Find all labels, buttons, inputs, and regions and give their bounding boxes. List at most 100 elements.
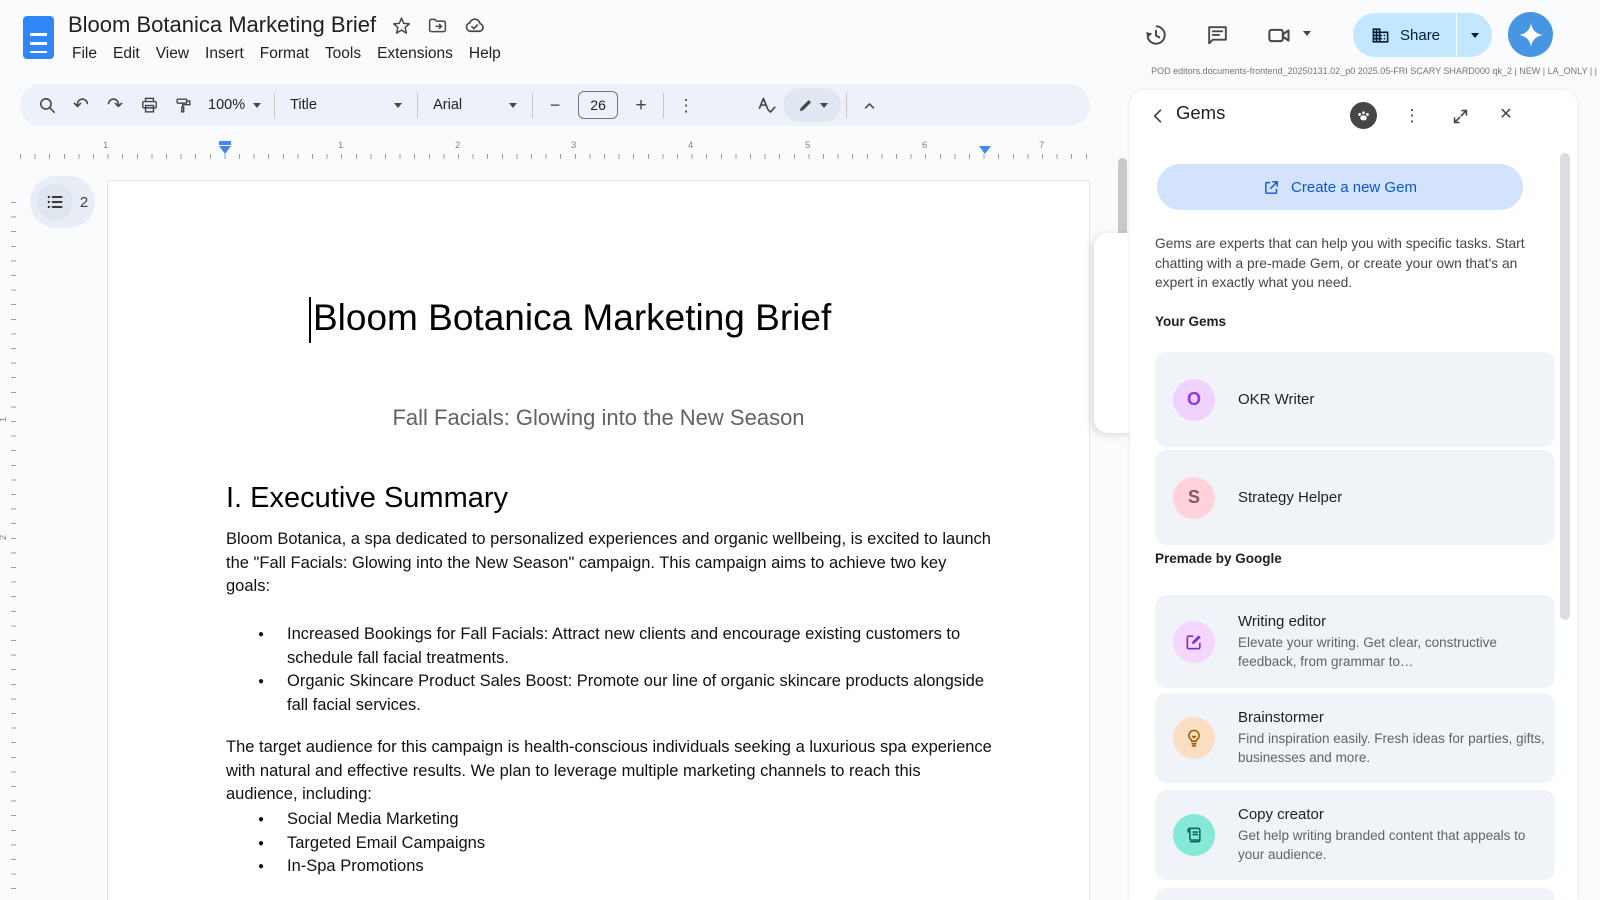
title-row: Bloom Botanica Marketing Brief: [68, 12, 486, 38]
vertical-ruler[interactable]: 1 2: [0, 162, 16, 900]
create-gem-button[interactable]: Create a new Gem: [1157, 164, 1523, 210]
gem-item-partial[interactable]: [1155, 888, 1555, 900]
paragraph-style-select[interactable]: Title: [280, 88, 412, 122]
share-main[interactable]: Share: [1353, 13, 1456, 57]
pen-tool-button[interactable]: [783, 88, 841, 122]
menu-insert[interactable]: Insert: [197, 42, 252, 66]
create-gem-label: Create a new Gem: [1291, 179, 1417, 196]
back-icon[interactable]: [1144, 102, 1172, 130]
sidebar-scrollbar[interactable]: [1560, 153, 1570, 620]
paragraph[interactable]: Bloom Botanica, a spa dedicated to perso…: [226, 528, 992, 599]
font-size-input[interactable]: [578, 91, 618, 119]
more-options-icon[interactable]: [669, 88, 703, 122]
your-gems-label: Your Gems: [1155, 314, 1226, 329]
edit-icon: [1173, 621, 1215, 663]
bullet-list: Increased Bookings for Fall Facials: Att…: [252, 623, 992, 717]
list-item[interactable]: Social Media Marketing: [252, 808, 992, 832]
meet-dropdown-caret[interactable]: [1303, 31, 1311, 36]
document-subtitle-text[interactable]: Fall Facials: Glowing into the New Seaso…: [108, 405, 1089, 431]
left-indent-marker[interactable]: [219, 141, 231, 154]
gem-name: Brainstormer: [1238, 709, 1555, 726]
gem-name: Writing editor: [1238, 613, 1555, 630]
gem-item-okr-writer[interactable]: O OKR Writer: [1155, 352, 1555, 447]
print-icon[interactable]: [132, 88, 166, 122]
star-icon[interactable]: [391, 15, 412, 36]
share-label: Share: [1400, 27, 1440, 44]
lightbulb-icon: [1173, 717, 1215, 759]
document-title-text[interactable]: Bloom Botanica Marketing Brief: [313, 297, 831, 339]
toolbar-divider: [663, 93, 664, 118]
pet-paw-icon[interactable]: [1349, 101, 1377, 129]
list-item[interactable]: Targeted Email Campaigns: [252, 832, 992, 856]
menu-file[interactable]: File: [64, 42, 105, 66]
paragraph[interactable]: The target audience for this campaign is…: [226, 736, 992, 807]
toolbar: 100% Title Arial: [20, 84, 1090, 126]
list-item[interactable]: Increased Bookings for Fall Facials: Att…: [252, 623, 992, 670]
list-item[interactable]: Organic Skincare Product Sales Boost: Pr…: [252, 670, 992, 717]
font-value: Arial: [433, 97, 462, 113]
scroll-icon: [1173, 814, 1215, 856]
sidebar-more-icon[interactable]: [1398, 101, 1426, 129]
comments-icon[interactable]: [1202, 20, 1232, 50]
horizontal-ruler[interactable]: 1 1 2 3 4 5 6 7: [20, 140, 1100, 159]
sidebar-title: Gems: [1176, 102, 1225, 124]
pen-icon: [797, 97, 814, 114]
build-flag-text: POD editors.documents-frontend_20250131.…: [1151, 66, 1597, 76]
toolbar-divider: [532, 93, 533, 118]
menubar: File Edit View Insert Format Tools Exten…: [64, 42, 509, 66]
doc-tabs-button[interactable]: 2: [30, 176, 95, 228]
close-icon[interactable]: [1492, 101, 1520, 129]
gem-name: Copy creator: [1238, 806, 1555, 823]
share-button[interactable]: Share: [1353, 13, 1492, 57]
gem-name: Strategy Helper: [1238, 489, 1342, 506]
gem-avatar: O: [1173, 379, 1215, 421]
spellcheck-icon[interactable]: [749, 88, 783, 122]
gem-item-writing-editor[interactable]: Writing editor Elevate your writing. Get…: [1155, 595, 1555, 688]
hide-menus-icon[interactable]: [852, 88, 886, 122]
docs-logo-icon[interactable]: [23, 16, 54, 59]
toolbar-divider: [274, 93, 275, 118]
doc-title[interactable]: Bloom Botanica Marketing Brief: [68, 12, 376, 38]
tab-count: 2: [80, 194, 88, 211]
premade-label: Premade by Google: [1155, 551, 1282, 566]
gem-desc: Find inspiration easily. Fresh ideas for…: [1238, 729, 1555, 767]
menu-format[interactable]: Format: [252, 42, 317, 66]
meet-video-icon[interactable]: [1264, 20, 1294, 50]
bulleted-list-icon: [37, 184, 73, 220]
share-dropdown[interactable]: [1456, 13, 1492, 57]
gem-item-copy-creator[interactable]: Copy creator Get help writing branded co…: [1155, 790, 1555, 880]
gems-sidebar: Gems Create a new Gem Gems are experts t…: [1130, 90, 1577, 900]
cloud-status-icon[interactable]: [463, 14, 486, 37]
search-menus-icon[interactable]: [30, 88, 64, 122]
menu-help[interactable]: Help: [461, 42, 509, 66]
gem-item-brainstormer[interactable]: Brainstormer Find inspiration easily. Fr…: [1155, 693, 1555, 783]
toolbar-divider: [417, 93, 418, 118]
text-cursor: [309, 297, 311, 343]
redo-icon[interactable]: [98, 88, 132, 122]
bullet-list: Social Media Marketing Targeted Email Ca…: [252, 808, 992, 879]
menu-tools[interactable]: Tools: [317, 42, 369, 66]
increase-font-size-icon[interactable]: [624, 88, 658, 122]
menu-edit[interactable]: Edit: [105, 42, 148, 66]
version-history-icon[interactable]: [1141, 20, 1171, 50]
zoom-value: 100%: [208, 97, 245, 113]
expand-icon[interactable]: [1446, 102, 1474, 130]
font-family-select[interactable]: Arial: [423, 88, 527, 122]
document-page[interactable]: Bloom Botanica Marketing Brief Fall Faci…: [107, 180, 1090, 900]
move-folder-icon[interactable]: [427, 15, 448, 36]
menu-extensions[interactable]: Extensions: [369, 42, 461, 66]
decrease-font-size-icon[interactable]: [538, 88, 572, 122]
zoom-select[interactable]: 100%: [200, 88, 269, 122]
gem-desc: Get help writing branded content that ap…: [1238, 826, 1555, 864]
gemini-button[interactable]: [1508, 12, 1553, 57]
list-item[interactable]: In-Spa Promotions: [252, 855, 992, 879]
menu-view[interactable]: View: [148, 42, 197, 66]
paint-format-icon[interactable]: [166, 88, 200, 122]
gem-item-strategy-helper[interactable]: S Strategy Helper: [1155, 450, 1555, 545]
style-value: Title: [290, 97, 317, 113]
undo-icon[interactable]: [64, 88, 98, 122]
right-indent-marker[interactable]: [979, 146, 991, 154]
gem-name: OKR Writer: [1238, 391, 1314, 408]
section-heading[interactable]: I. Executive Summary: [226, 482, 508, 515]
gemini-sparkle-icon: [1518, 22, 1544, 48]
